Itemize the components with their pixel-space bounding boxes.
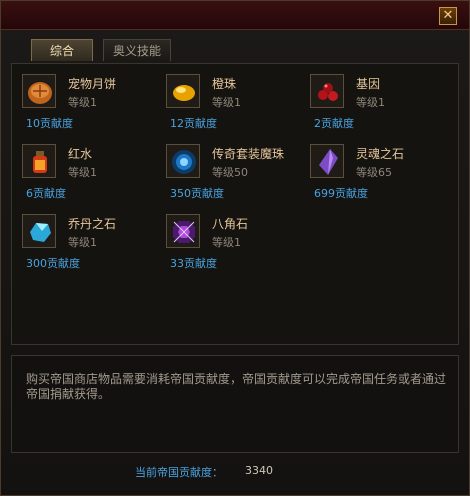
item-name: 八角石 (212, 217, 249, 231)
item-name: 橙珠 (212, 77, 237, 91)
item-cost: 300贡献度 (26, 257, 80, 270)
item-name: 红水 (68, 147, 93, 161)
contribution-value: 3340 (245, 464, 273, 477)
red-potion-icon (22, 144, 56, 178)
orange-pearl-icon (166, 74, 200, 108)
item-level: 等级50 (212, 166, 248, 179)
shop-item-octagon-stone[interactable]: 八角石 等级1 33贡献度 (160, 206, 300, 272)
close-button[interactable]: ✕ (439, 7, 457, 25)
item-level: 等级1 (68, 166, 97, 179)
item-cost: 350贡献度 (170, 187, 224, 200)
shop-item-red-potion[interactable]: 红水 等级1 6贡献度 (16, 136, 156, 202)
contribution-label: 当前帝国贡献度： (135, 466, 223, 479)
item-cost: 2贡献度 (314, 117, 354, 130)
description-text: 购买帝国商店物品需要消耗帝国贡献度，帝国贡献度可以完成帝国任务或者通过帝国捐献获… (26, 372, 447, 401)
item-name: 宠物月饼 (68, 77, 117, 91)
soul-stone-icon (310, 144, 344, 178)
shop-item-mooncake[interactable]: 宠物月饼 等级1 10贡献度 (16, 66, 156, 132)
item-name: 基因 (356, 77, 381, 91)
item-cost: 12贡献度 (170, 117, 217, 130)
item-name: 灵魂之石 (356, 147, 405, 161)
shop-item-legend-orb[interactable]: 传奇套装魔珠 等级50 350贡献度 (160, 136, 300, 202)
shop-item-jordan-stone[interactable]: 乔丹之石 等级1 300贡献度 (16, 206, 156, 272)
item-name: 传奇套装魔珠 (212, 147, 285, 161)
close-x-icon: ✕ (442, 8, 454, 23)
item-level: 等级65 (356, 166, 392, 179)
item-grid: 宠物月饼 等级1 10贡献度 橙珠 等级1 12贡献度 基因 等级1 2贡献度 (11, 63, 459, 345)
item-cost: 10贡献度 (26, 117, 73, 130)
description-box: 购买帝国商店物品需要消耗帝国贡献度，帝国贡献度可以完成帝国任务或者通过帝国捐献获… (11, 355, 459, 453)
shop-item-orange-pearl[interactable]: 橙珠 等级1 12贡献度 (160, 66, 300, 132)
item-level: 等级1 (68, 236, 97, 249)
shop-window: ✕ 综合 奥义技能 宠物月饼 等级1 10贡献度 橙珠 等级1 12贡献度 基因… (0, 0, 470, 496)
mooncake-icon (22, 74, 56, 108)
item-cost: 33贡献度 (170, 257, 217, 270)
shop-item-gene[interactable]: 基因 等级1 2贡献度 (304, 66, 444, 132)
shop-item-soul-stone[interactable]: 灵魂之石 等级65 699贡献度 (304, 136, 444, 202)
blue-orb-icon (166, 144, 200, 178)
gene-berries-icon (310, 74, 344, 108)
tab-skills[interactable]: 奥义技能 (103, 39, 171, 61)
item-cost: 6贡献度 (26, 187, 66, 200)
item-level: 等级1 (356, 96, 385, 109)
item-cost: 699贡献度 (314, 187, 368, 200)
jordan-stone-icon (22, 214, 56, 248)
item-level: 等级1 (68, 96, 97, 109)
octagon-stone-icon (166, 214, 200, 248)
tab-general[interactable]: 综合 (31, 39, 93, 61)
contribution-status: 当前帝国贡献度： 3340 (135, 464, 273, 480)
title-bar[interactable]: ✕ (1, 1, 469, 30)
item-level: 等级1 (212, 96, 241, 109)
item-name: 乔丹之石 (68, 217, 117, 231)
item-level: 等级1 (212, 236, 241, 249)
